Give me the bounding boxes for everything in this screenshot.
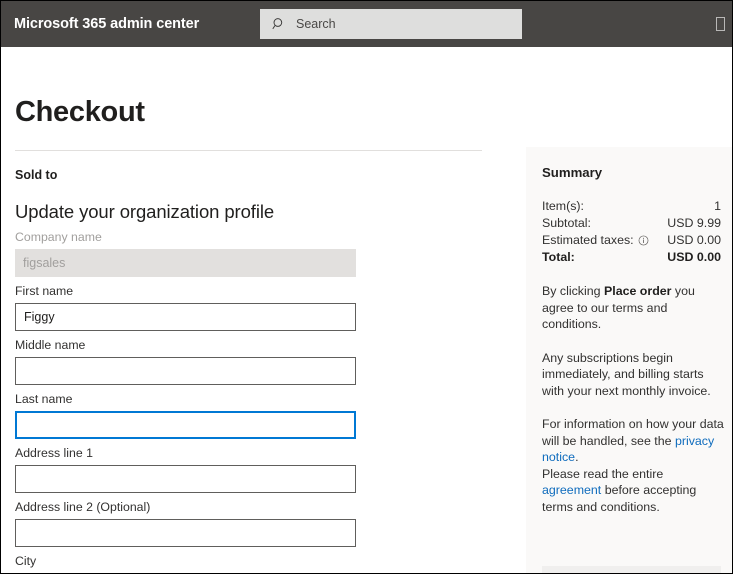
summary-privacy-text: For information on how your data will be… <box>542 416 724 515</box>
place-order-button[interactable]: Place order <box>542 566 721 573</box>
missing-glyph-box-icon[interactable] <box>716 17 725 31</box>
label-last-name: Last name <box>15 392 73 406</box>
main-content: Checkout Sold to Update your organizatio… <box>1 47 732 573</box>
summary-row-label: Subtotal: <box>542 216 591 230</box>
agreement-link[interactable]: agreement <box>542 483 601 497</box>
agreement-text-bold: Place order <box>603 284 672 298</box>
app-brand-title: Microsoft 365 admin center <box>14 16 200 32</box>
field-address-line-2: Address line 2 (Optional) <box>15 500 525 547</box>
form-fields: Company name First name Middle name Last na… <box>15 230 525 573</box>
app-window: Microsoft 365 admin center Search Checko… <box>0 0 733 574</box>
input-middle-name[interactable] <box>15 357 356 385</box>
field-address-line-1: Address line 1 <box>15 446 525 493</box>
agreement-text-before: By clicking <box>542 284 604 298</box>
order-summary-panel: Summary Item(s): 1 Subtotal: USD 9.99 Estima… <box>526 147 732 573</box>
field-middle-name: Middle name <box>15 338 525 385</box>
label-middle-name: Middle name <box>15 338 86 352</box>
label-company-name: Company name <box>15 230 102 244</box>
field-last-name: Last name <box>15 392 525 439</box>
summary-row: Item(s): 1 <box>542 198 721 215</box>
summary-row-label-wrap: Estimated taxes: <box>542 232 649 249</box>
page-title: Checkout <box>15 96 145 128</box>
summary-row-value: USD 0.00 <box>667 233 721 247</box>
summary-row: Subtotal: USD 9.99 <box>542 215 721 232</box>
summary-row: Estimated taxes: USD 0.00 <box>542 232 721 249</box>
summary-subscription-text: Any subscriptions begin immediately, and… <box>542 350 711 398</box>
header-actions <box>716 1 725 47</box>
search-box[interactable]: Search <box>260 9 522 39</box>
summary-row-label-wrap: Subtotal: <box>542 215 591 232</box>
input-address-line-1[interactable] <box>15 465 356 493</box>
privacy-text-c: Please read the entire <box>542 466 664 481</box>
label-first-name: First name <box>15 284 74 298</box>
input-address-line-2[interactable] <box>15 519 356 547</box>
summary-row-label: Total: <box>542 250 575 264</box>
field-city: City <box>15 554 525 573</box>
summary-row-value: USD 9.99 <box>667 216 721 230</box>
input-first-name[interactable] <box>15 303 356 331</box>
label-address-line-1: Address line 1 <box>15 446 93 460</box>
label-address-line-2: Address line 2 (Optional) <box>15 500 151 514</box>
title-divider <box>15 150 482 151</box>
summary-heading: Summary <box>542 165 603 180</box>
privacy-text-b: . <box>575 450 579 464</box>
summary-agreement-text: By clicking Place order you agree to our… <box>542 283 724 333</box>
checkout-form-column: Checkout Sold to Update your organizatio… <box>1 47 525 573</box>
summary-row-label: Item(s): <box>542 199 584 213</box>
summary-row: Total: USD 0.00 <box>542 249 721 266</box>
top-navigation-bar: Microsoft 365 admin center Search <box>1 1 732 47</box>
info-circle-icon[interactable] <box>638 235 649 246</box>
input-company-name <box>15 249 356 277</box>
field-company-name: Company name <box>15 230 525 277</box>
summary-row-value: 1 <box>714 199 721 213</box>
summary-row-label-wrap: Item(s): <box>542 198 584 215</box>
sold-to-label: Sold to <box>15 168 58 182</box>
summary-row-label: Estimated taxes: <box>542 233 634 247</box>
summary-row-label-wrap: Total: <box>542 249 575 266</box>
summary-rows: Item(s): 1 Subtotal: USD 9.99 Estimated taxe… <box>542 198 721 266</box>
field-first-name: First name <box>15 284 525 331</box>
input-last-name[interactable] <box>15 411 356 439</box>
summary-row-value: USD 0.00 <box>667 250 721 264</box>
search-icon <box>272 17 286 31</box>
label-city: City <box>15 554 37 568</box>
search-input-placeholder: Search <box>296 17 336 31</box>
section-title: Update your organization profile <box>15 201 275 222</box>
